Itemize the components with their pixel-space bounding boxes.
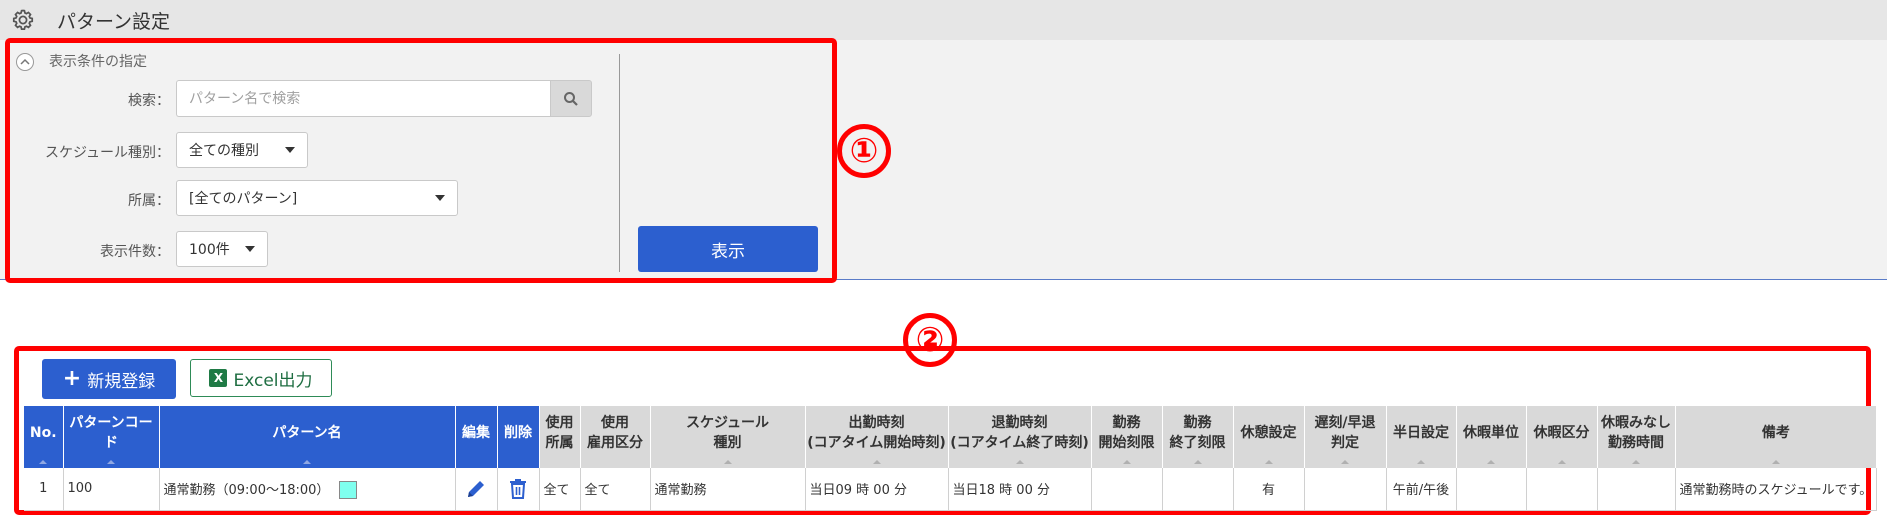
col-affiliation: 使用 所属 xyxy=(539,406,581,468)
excel-icon: X xyxy=(209,369,228,387)
pattern-color-swatch xyxy=(339,481,358,499)
cell-pattern-code: 100 xyxy=(63,468,160,511)
col-schedule-type[interactable]: スケジュール 種別 xyxy=(650,406,806,468)
col-leave-deemed[interactable]: 休暇みなし 勤務時間 xyxy=(1597,406,1676,468)
page-title: パターン設定 xyxy=(57,10,171,33)
pattern-table: No. パターンコード パターン名 編集 削除 使用 所属 使用 雇用区分 スケジュ… xyxy=(24,406,1878,511)
col-employment: 使用 雇用区分 xyxy=(580,406,651,468)
col-edit: 編集 xyxy=(455,406,498,468)
col-leave-unit[interactable]: 休暇単位 xyxy=(1456,406,1527,468)
col-end-time[interactable]: 退勤時刻 (コアタイム終了時刻) xyxy=(948,406,1092,468)
cell-pattern-name: 通常勤務（09:00～18:00） xyxy=(159,468,456,511)
sort-icon xyxy=(872,460,881,464)
cell-leave-unit xyxy=(1456,468,1527,511)
sort-icon xyxy=(1264,460,1273,464)
col-late-early[interactable]: 遅刻/早退 判定 xyxy=(1304,406,1387,468)
cell-work-end-limit xyxy=(1162,468,1234,511)
sort-icon xyxy=(1632,460,1640,464)
cell-end-time: 当日18 時 00 分 xyxy=(948,468,1092,511)
annotation-number-1: ① xyxy=(837,124,891,178)
edit-button[interactable] xyxy=(455,468,498,511)
col-leave-type[interactable]: 休暇区分 xyxy=(1526,406,1598,468)
cell-no: 1 xyxy=(24,468,64,511)
cell-break-setting: 有 xyxy=(1233,468,1305,511)
sort-icon xyxy=(1193,460,1202,464)
cell-affiliation: 全て xyxy=(539,468,581,511)
sort-icon xyxy=(723,460,732,464)
col-delete: 削除 xyxy=(497,406,540,468)
trash-icon xyxy=(510,478,526,499)
col-start-time[interactable]: 出勤時刻 (コアタイム開始時刻) xyxy=(805,406,949,468)
col-break-setting[interactable]: 休憩設定 xyxy=(1233,406,1305,468)
col-work-start-limit[interactable]: 勤務 開始刻限 xyxy=(1091,406,1163,468)
cell-late-early xyxy=(1304,468,1387,511)
sort-icon xyxy=(39,460,48,464)
sort-icon xyxy=(1771,460,1780,464)
cell-work-start-limit xyxy=(1091,468,1163,511)
pencil-icon xyxy=(468,480,484,497)
col-remarks[interactable]: 備考 xyxy=(1675,406,1878,468)
cell-half-day: 午前/午後 xyxy=(1386,468,1457,511)
sort-icon xyxy=(107,460,115,464)
sort-icon xyxy=(1015,460,1024,464)
annotation-frame-1 xyxy=(5,38,837,283)
sort-icon xyxy=(1557,460,1566,464)
col-work-end-limit[interactable]: 勤務 終了刻限 xyxy=(1162,406,1234,468)
sort-icon xyxy=(1487,460,1495,464)
table-row: 1 100 通常勤務（09:00～18:00） 全て 全て 通常勤務 当日09 … xyxy=(24,468,1878,511)
cell-schedule-type: 通常勤務 xyxy=(650,468,806,511)
sort-icon xyxy=(1341,460,1349,464)
sort-icon xyxy=(303,460,311,464)
title-bar: パターン設定 xyxy=(0,0,1887,40)
gear-icon xyxy=(12,9,34,30)
new-registration-button[interactable]: + 新規登録 xyxy=(42,359,176,399)
excel-export-button[interactable]: X Excel出力 xyxy=(190,359,332,397)
col-no[interactable]: No. xyxy=(24,406,64,468)
cell-leave-deemed xyxy=(1597,468,1676,511)
cell-start-time: 当日09 時 00 分 xyxy=(805,468,949,511)
col-half-day[interactable]: 半日設定 xyxy=(1386,406,1457,468)
table-header-row: No. パターンコード パターン名 編集 削除 使用 所属 使用 雇用区分 スケジュ… xyxy=(24,406,1878,468)
plus-icon: + xyxy=(62,366,82,391)
cell-remarks: 通常勤務時のスケジュールです。 xyxy=(1675,468,1878,511)
col-pattern-code[interactable]: パターンコード xyxy=(63,406,160,468)
new-registration-label: 新規登録 xyxy=(87,371,156,392)
delete-button[interactable] xyxy=(497,468,540,511)
sort-icon xyxy=(1417,460,1425,464)
excel-export-label: Excel出力 xyxy=(233,370,313,391)
sort-icon xyxy=(1122,460,1131,464)
pattern-name-text: 通常勤務（09:00～18:00） xyxy=(163,482,330,498)
cell-employment: 全て xyxy=(580,468,651,511)
cell-leave-type xyxy=(1526,468,1598,511)
col-pattern-name[interactable]: パターン名 xyxy=(159,406,456,468)
